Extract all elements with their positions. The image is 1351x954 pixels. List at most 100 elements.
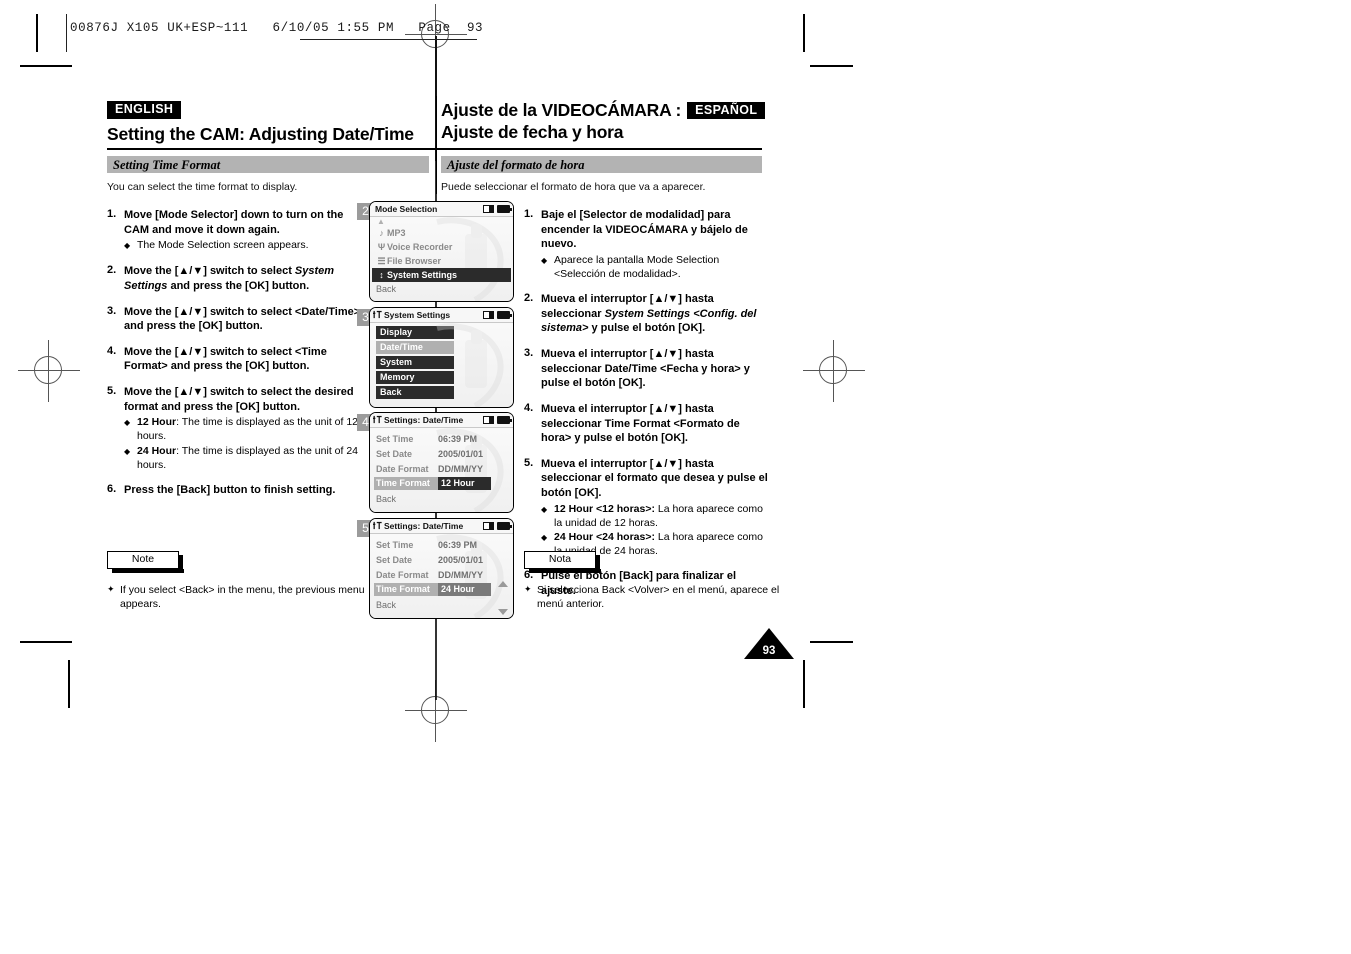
device-screen: Settings: Date/Time Set Time 06:39 PM Set D… xyxy=(369,518,514,619)
memory-card-icon xyxy=(483,416,494,424)
screen-titlebar: System Settings xyxy=(370,308,513,323)
screen-title: Mode Selection xyxy=(375,204,438,214)
note-text-english: If you select <Back> in the menu, the pr… xyxy=(120,584,365,611)
step-text: Mueva el interruptor [▲/▼] hasta selecci… xyxy=(541,457,768,500)
settings-sliders-icon: ↕ xyxy=(379,270,384,280)
diamond-bullet-icon: ◆ xyxy=(124,418,131,428)
instruction-step: 6. Press the [Back] button to finish sett… xyxy=(107,483,369,498)
settings-row[interactable]: Set Time 06:39 PM xyxy=(370,537,513,552)
settings-row-value: 24 Hour xyxy=(438,583,491,596)
step-body: Move the [▲/▼] switch to select <Time Fo… xyxy=(124,345,369,374)
print-slug: 00876J X105 UK+ESP~111 6/10/05 1:55 PM P… xyxy=(70,21,484,35)
memory-card-icon xyxy=(483,205,494,213)
menu-item-label: MP3 xyxy=(387,228,406,238)
step-body: Move [Mode Selector] down to turn on the… xyxy=(124,208,369,253)
note-bullet-icon-spanish: ✦ xyxy=(524,584,532,594)
step-number: 5. xyxy=(107,385,117,397)
screen-titlebar: Mode Selection xyxy=(370,202,513,217)
settings-row-label: Set Date xyxy=(376,554,413,565)
scroll-up-icon[interactable]: ▲ xyxy=(370,218,513,226)
status-icons xyxy=(483,522,512,530)
settings-row-label: Date Format xyxy=(376,569,429,580)
note-label-english: Note xyxy=(107,551,184,573)
menu-item[interactable]: ↕ System Settings xyxy=(372,268,511,282)
language-tag-english: ENGLISH xyxy=(107,101,182,119)
settings-row[interactable]: Date Format DD/MM/YY xyxy=(370,567,513,582)
instruction-list-spanish: 1. Baje el [Selector de modalidad] para e… xyxy=(524,208,768,610)
step-body: Mueva el interruptor [▲/▼] hasta selecci… xyxy=(541,402,768,446)
step-bullet: ◆ Aparece la pantalla Mode Selection <Sel… xyxy=(541,253,768,281)
step-body: Press the [Back] button to finish settin… xyxy=(124,483,369,498)
crop-mark-top-left-horizontal xyxy=(20,65,72,67)
step-bullet: ◆ 24 Hour: The time is displayed as the u… xyxy=(124,444,369,472)
settings-row-value: 2005/01/01 xyxy=(438,448,484,459)
section-subtitle-english: You can select the time format to displa… xyxy=(107,181,298,193)
step-body: Mueva el interruptor [▲/▼] hasta selecci… xyxy=(541,292,768,336)
lcd-screen: Settings: Date/Time Set Time 06:39 PM Set D… xyxy=(370,519,513,618)
datetime-settings-list: Set Time 06:39 PM Set Date 2005/01/01 Date F… xyxy=(370,428,513,506)
settings-row-value: 12 Hour xyxy=(438,477,491,490)
camcorder-watermark xyxy=(419,322,511,407)
battery-icon xyxy=(497,205,512,213)
status-icons xyxy=(483,311,512,319)
registration-mark-left xyxy=(18,340,80,402)
step-number: 6. xyxy=(107,482,117,495)
step-text: Mueva el interruptor [▲/▼] hasta selecci… xyxy=(541,402,740,445)
crop-mark-top-right-vertical xyxy=(803,14,805,52)
scroll-up-arrow[interactable] xyxy=(498,581,509,587)
settings-row[interactable]: Time Format 24 Hour xyxy=(370,582,513,597)
step-bullet-list: ◆ The Mode Selection screen appears. xyxy=(124,238,369,253)
settings-sliders-icon xyxy=(373,521,382,532)
menu-item[interactable]: ♪ MP3 xyxy=(370,226,513,240)
device-screen: System Settings Display Date/Time System Mem… xyxy=(369,307,514,408)
settings-row[interactable]: Date Format DD/MM/YY xyxy=(370,461,513,476)
instruction-step: 4. Mueva el interruptor [▲/▼] hasta selec… xyxy=(524,402,768,446)
instruction-step: 5. Move the [▲/▼] switch to select the de… xyxy=(107,385,369,472)
menu-item[interactable]: Ψ Voice Recorder xyxy=(370,240,513,254)
diamond-bullet-icon: ◆ xyxy=(541,504,548,514)
step-text: Move the [▲/▼] switch to select <Time Fo… xyxy=(124,345,327,373)
settings-row-label: Set Date xyxy=(376,448,413,459)
status-icons xyxy=(483,205,512,213)
menu-item-back[interactable]: Back xyxy=(370,282,513,296)
settings-row-back[interactable]: Back xyxy=(370,491,513,506)
section-bar-english: Setting Time Format xyxy=(107,156,429,173)
diamond-bullet-icon: ◆ xyxy=(541,255,548,265)
crop-mark-bottom-left-vertical xyxy=(68,660,70,708)
instruction-step: 1. Move [Mode Selector] down to turn on t… xyxy=(107,208,369,253)
instruction-step: 1. Baje el [Selector de modalidad] para e… xyxy=(524,208,768,281)
scroll-down-arrow[interactable] xyxy=(498,609,509,615)
note-bullet-icon-english: ✦ xyxy=(107,584,115,594)
note-spanish: Nota ✦ Si selecciona Back <Volver> en el… xyxy=(524,551,786,611)
settings-sliders-icon xyxy=(373,415,382,426)
step-number: 1. xyxy=(524,208,534,220)
lcd-screen: Settings: Date/Time Set Time 06:39 PM Set D… xyxy=(370,413,513,512)
instruction-step: 4. Move the [▲/▼] switch to select <Time … xyxy=(107,345,369,374)
step-number: 3. xyxy=(524,347,534,360)
settings-row[interactable]: Set Time 06:39 PM xyxy=(370,431,513,446)
device-screen: Mode Selection ▲ ♪ MP3 Ψ Voice Recorder ☰ File … xyxy=(369,201,514,302)
microphone-icon: Ψ xyxy=(377,242,386,252)
settings-row[interactable]: Set Date 2005/01/01 xyxy=(370,552,513,567)
menu-item[interactable]: ☰ File Browser xyxy=(370,254,513,268)
slug-rule-left xyxy=(300,39,405,41)
step-number: 3. xyxy=(107,304,117,317)
settings-row[interactable]: Time Format 12 Hour xyxy=(370,476,513,491)
settings-row-back[interactable]: Back xyxy=(370,597,513,612)
status-icons xyxy=(483,416,512,424)
instruction-list-english: 1. Move [Mode Selector] down to turn on t… xyxy=(107,208,369,509)
instruction-step: 3. Mueva el interruptor [▲/▼] hasta selec… xyxy=(524,347,768,391)
step-body: Mueva el interruptor [▲/▼] hasta selecci… xyxy=(541,457,768,559)
lcd-screen: Mode Selection ▲ ♪ MP3 Ψ Voice Recorder ☰ File … xyxy=(370,202,513,301)
page-title-english: Setting the CAM: Adjusting Date/Time xyxy=(107,123,414,144)
document-icon: ☰ xyxy=(377,255,386,266)
step-number: 4. xyxy=(524,401,534,414)
step-bullet-text: The Mode Selection screen appears. xyxy=(137,239,309,252)
step-body: Baje el [Selector de modalidad] para enc… xyxy=(541,208,768,281)
settings-row-value: DD/MM/YY xyxy=(438,463,483,474)
language-tag-spanish: ESPAÑOL xyxy=(687,101,766,120)
settings-row[interactable]: Set Date 2005/01/01 xyxy=(370,446,513,461)
instruction-step: 3. Move the [▲/▼] switch to select <Date/… xyxy=(107,305,369,334)
instruction-step: 5. Mueva el interruptor [▲/▼] hasta selec… xyxy=(524,457,768,559)
manual-page: 00876J X105 UK+ESP~111 6/10/05 1:55 PM P… xyxy=(0,0,1351,954)
